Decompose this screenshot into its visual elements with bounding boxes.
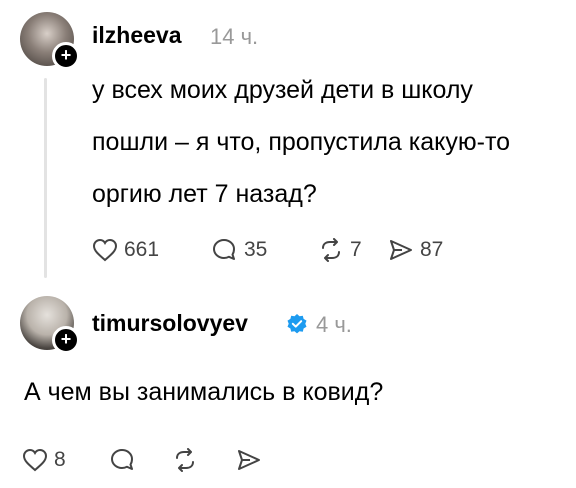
- share-button[interactable]: 87: [388, 238, 443, 262]
- repost-button[interactable]: 7: [318, 238, 362, 262]
- heart-icon: [92, 238, 118, 262]
- follow-plus-icon[interactable]: +: [52, 326, 80, 354]
- reply-username[interactable]: timursolovyev: [92, 310, 248, 337]
- repost-icon: [318, 238, 344, 262]
- comment-icon: [110, 448, 136, 472]
- share-icon: [236, 448, 262, 472]
- like-count: 661: [124, 238, 160, 261]
- reply-repost-button[interactable]: [172, 448, 198, 472]
- post-timestamp: 14 ч.: [210, 24, 259, 49]
- repost-icon: [172, 448, 198, 472]
- avatar-ilzheeva[interactable]: +: [20, 12, 80, 70]
- follow-plus-icon[interactable]: +: [52, 42, 80, 70]
- avatar-timursolovyev[interactable]: +: [20, 296, 80, 354]
- reply-like-count: 8: [54, 448, 66, 471]
- post-text: у всех моих друзей дети в школу пошли – …: [92, 76, 511, 208]
- reply-like-button[interactable]: 8: [22, 448, 66, 472]
- heart-icon: [22, 448, 48, 472]
- share-icon: [388, 238, 414, 262]
- reply-timestamp: 4 ч.: [316, 312, 352, 337]
- verified-badge-icon: [286, 313, 308, 340]
- reply-text: А чем вы занимались в ковид?: [24, 378, 384, 406]
- comment-icon: [212, 238, 238, 262]
- reply-comment-button[interactable]: [110, 448, 136, 472]
- share-count: 87: [420, 238, 444, 261]
- thread-line: [44, 78, 47, 278]
- post-username[interactable]: ilzheeva: [92, 22, 182, 49]
- reply-share-button[interactable]: [236, 448, 262, 472]
- reply-count: 35: [244, 238, 268, 261]
- comment-button[interactable]: 35: [212, 238, 267, 262]
- like-button[interactable]: 661: [92, 238, 159, 262]
- repost-count: 7: [350, 238, 362, 261]
